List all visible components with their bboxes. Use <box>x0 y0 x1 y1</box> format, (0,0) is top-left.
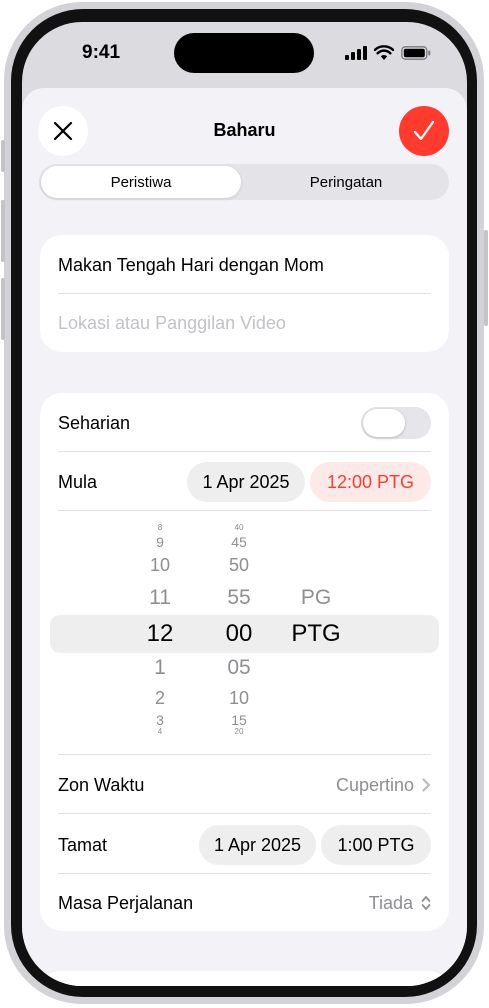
travel-time-value: Tiada <box>368 892 413 913</box>
picker-hour-item[interactable]: 3 <box>130 712 190 728</box>
picker-minute-item[interactable]: 50 <box>209 555 269 576</box>
travel-time-dropdown[interactable]: Tiada <box>369 889 431 917</box>
picker-minute-item[interactable]: 15 <box>209 712 269 728</box>
end-time-button[interactable]: 1:00 PTG <box>321 825 431 865</box>
divider <box>58 873 431 874</box>
chevron-up-down-icon <box>421 896 431 910</box>
divider <box>58 293 431 294</box>
picker-minute-item[interactable]: 55 <box>209 586 269 610</box>
screen: 9:41 Baharu Peristiwa Peringatan Makan T… <box>22 22 467 986</box>
picker-minute-item[interactable]: 40 <box>209 523 269 532</box>
status-time: 9:41 <box>82 42 121 63</box>
confirm-button[interactable] <box>399 106 449 156</box>
tab-peringatan[interactable]: Peringatan <box>245 166 447 198</box>
new-event-sheet: Baharu Peristiwa Peringatan Makan Tengah… <box>22 88 467 986</box>
status-icons <box>345 45 431 60</box>
picker-hour-item[interactable]: 11 <box>130 586 190 610</box>
picker-period-item[interactable]: PG <box>286 586 346 610</box>
start-time-button[interactable]: 12:00 PTG <box>310 462 431 502</box>
divider <box>58 813 431 814</box>
picker-minute-item[interactable]: 45 <box>209 534 269 550</box>
timezone-value-button[interactable]: Cupertino <box>336 771 431 799</box>
dynamic-island <box>174 33 314 73</box>
battery-icon <box>401 45 431 60</box>
timezone-value: Cupertino <box>335 774 414 795</box>
picker-minute-item[interactable]: 05 <box>209 656 269 680</box>
location-field[interactable]: Lokasi atau Panggilan Video <box>58 309 431 337</box>
checkmark-icon <box>413 120 435 141</box>
tab-peristiwa[interactable]: Peristiwa <box>41 166 241 198</box>
picker-hour-item[interactable]: 1 <box>130 656 190 680</box>
time-picker[interactable]: 8 9 10 11 12 1 2 3 4 40 45 50 55 00 05 1… <box>40 523 449 738</box>
all-day-toggle[interactable] <box>361 407 431 439</box>
mute-switch <box>1 140 5 172</box>
event-title-field[interactable]: Makan Tengah Hari dengan Mom <box>58 251 431 279</box>
volume-up-button <box>1 200 5 262</box>
picker-minute-selected[interactable]: 00 <box>209 620 269 648</box>
divider <box>58 510 431 511</box>
event-type-segmented-control: Peristiwa Peringatan <box>39 164 449 200</box>
picker-hour-item[interactable]: 9 <box>130 534 190 550</box>
cellular-signal-icon <box>345 45 367 60</box>
chevron-right-icon <box>422 778 430 792</box>
next-section-card <box>40 971 449 986</box>
picker-hour-selected[interactable]: 12 <box>130 620 190 648</box>
event-details-card: Makan Tengah Hari dengan Mom Lokasi atau… <box>40 235 449 352</box>
picker-minute-item[interactable]: 20 <box>209 727 269 736</box>
picker-minute-item[interactable]: 10 <box>209 688 269 709</box>
picker-hour-item[interactable]: 10 <box>130 555 190 576</box>
divider <box>58 754 431 755</box>
end-date-button[interactable]: 1 Apr 2025 <box>199 825 316 865</box>
picker-hour-item[interactable]: 4 <box>130 727 190 736</box>
picker-period-selected[interactable]: PTG <box>286 620 346 648</box>
picker-hour-item[interactable]: 2 <box>130 688 190 709</box>
wifi-icon <box>374 45 394 60</box>
status-bar: 9:41 <box>22 22 467 82</box>
toggle-knob <box>363 409 405 437</box>
date-time-card: Seharian Mula 1 Apr 2025 12:00 PTG 8 9 1… <box>40 393 449 931</box>
volume-down-button <box>1 278 5 340</box>
start-date-button[interactable]: 1 Apr 2025 <box>187 462 305 502</box>
picker-hour-item[interactable]: 8 <box>130 523 190 532</box>
divider <box>58 451 431 452</box>
side-button <box>484 230 488 326</box>
